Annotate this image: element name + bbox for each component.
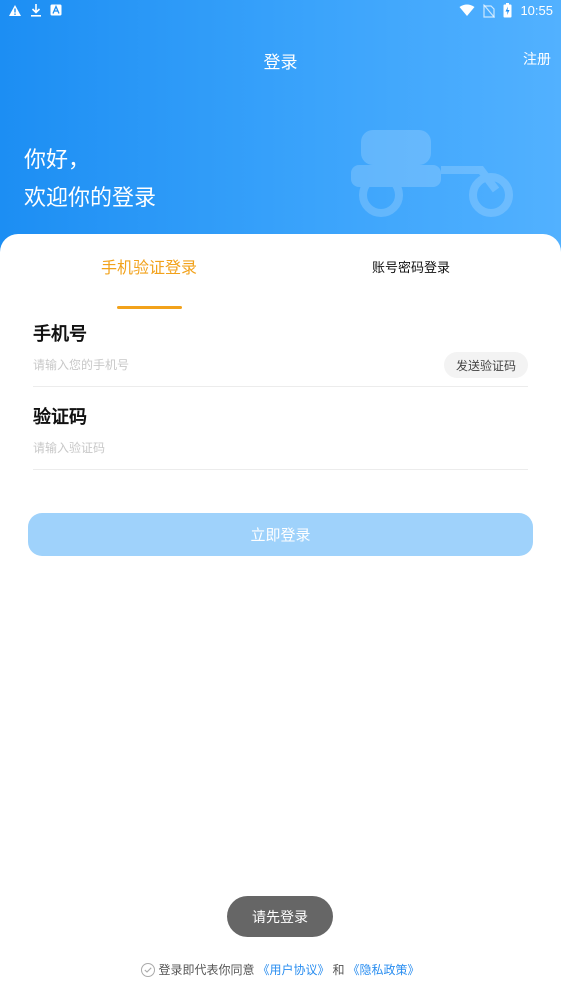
greeting: 你好， 欢迎你的登录 xyxy=(24,142,156,218)
login-card: 手机验证登录 账号密码登录 手机号 发送验证码 验证码 立即登录 xyxy=(0,234,561,997)
agree-checkbox[interactable] xyxy=(141,962,156,977)
active-tab-indicator xyxy=(117,306,182,309)
login-tabs: 手机验证登录 账号密码登录 xyxy=(0,254,561,309)
download-icon xyxy=(31,4,41,17)
agreement-row: 登录即代表你同意 《用户协议》 和 《隐私政策》 xyxy=(0,961,561,978)
agreement-and: 和 xyxy=(332,963,345,977)
no-sim-icon xyxy=(483,3,496,18)
login-button[interactable]: 立即登录 xyxy=(28,513,533,556)
battery-charging-icon xyxy=(503,3,512,18)
greeting-line-1: 你好， xyxy=(24,148,91,173)
app-a-icon xyxy=(50,4,62,16)
code-divider xyxy=(33,469,528,470)
wifi-icon xyxy=(459,4,475,16)
user-agreement-link[interactable]: 《用户协议》 xyxy=(257,961,329,978)
warning-icon xyxy=(9,4,21,16)
send-code-button[interactable]: 发送验证码 xyxy=(444,352,528,378)
tab-phone-login[interactable]: 手机验证登录 xyxy=(101,254,197,278)
register-button[interactable]: 注册 xyxy=(523,49,551,69)
status-bar: 10:55 xyxy=(0,0,561,24)
status-time: 10:55 xyxy=(520,3,553,18)
toast-message: 请先登录 xyxy=(227,896,333,937)
phone-label: 手机号 xyxy=(33,324,87,345)
privacy-policy-link[interactable]: 《隐私政策》 xyxy=(348,961,420,978)
tab-password-login[interactable]: 账号密码登录 xyxy=(372,257,450,276)
check-icon xyxy=(144,966,153,973)
greeting-line-2: 欢迎你的登录 xyxy=(24,186,157,211)
phone-input[interactable] xyxy=(33,353,433,377)
phone-divider xyxy=(33,386,528,387)
page-title: 登录 xyxy=(263,53,298,73)
header-background xyxy=(0,0,561,270)
agreement-prefix: 登录即代表你同意 xyxy=(158,963,255,977)
code-label: 验证码 xyxy=(33,407,87,428)
scooter-illustration-icon xyxy=(351,130,513,217)
code-input[interactable] xyxy=(33,436,433,460)
